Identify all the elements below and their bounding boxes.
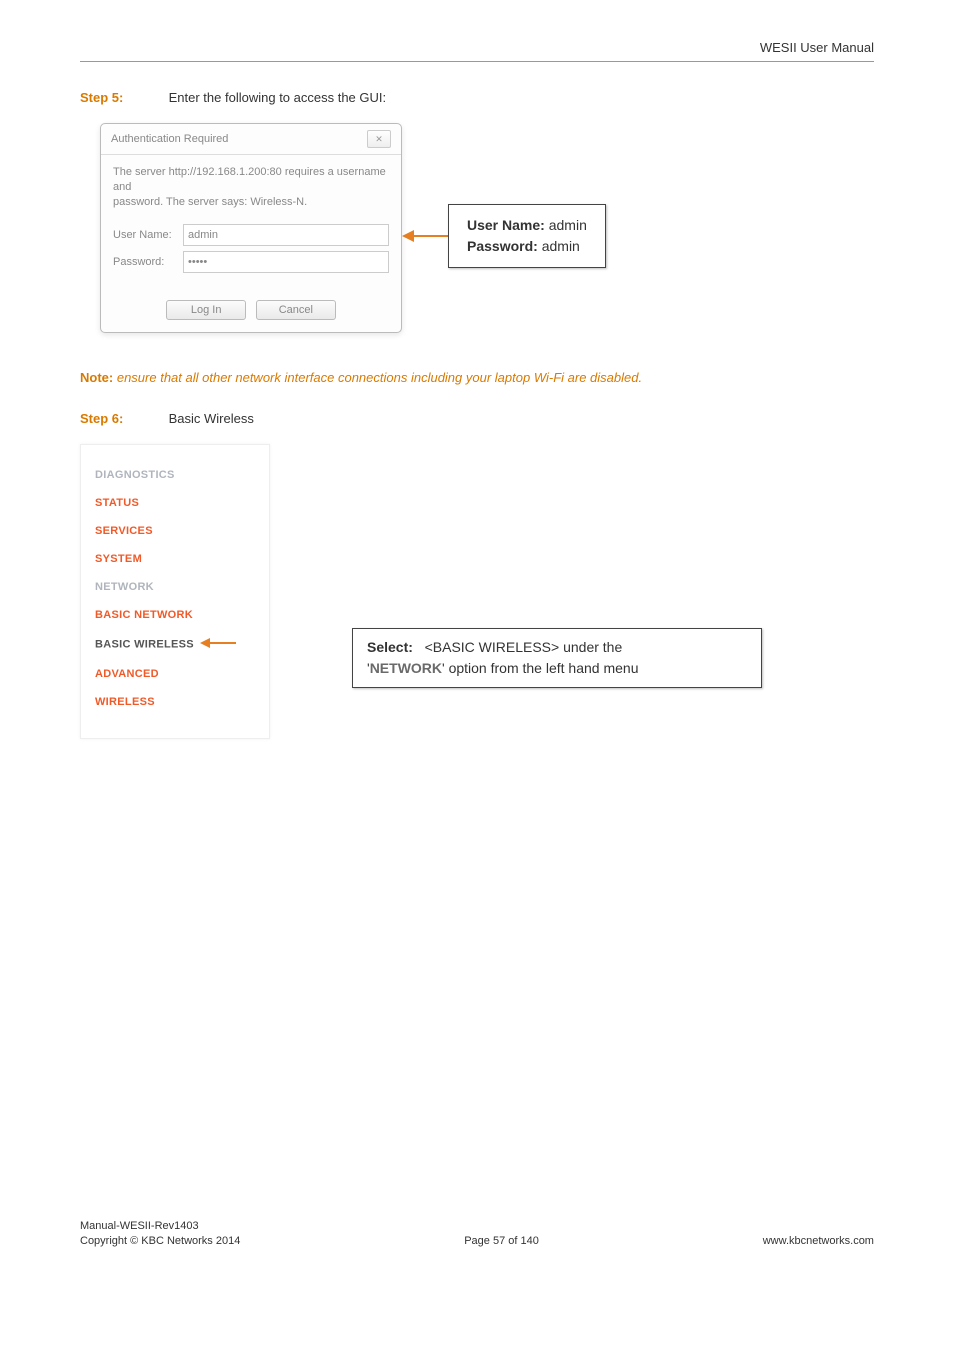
step5-line: Step 5: Enter the following to access th… bbox=[80, 90, 874, 105]
sidebar-item-label: WIRELESS bbox=[95, 696, 155, 708]
auth-dialog: Authentication Required ✕ The server htt… bbox=[100, 123, 402, 333]
dialog-message: The server http://192.168.1.200:80 requi… bbox=[113, 165, 389, 210]
footer-center: Page 57 of 140 bbox=[464, 1234, 539, 1249]
sidebar-item-status[interactable]: STATUS bbox=[95, 489, 259, 517]
sidebar-item-basic-network[interactable]: BASIC NETWORK bbox=[95, 601, 259, 629]
doc-title: WESII User Manual bbox=[760, 40, 874, 55]
cred-pass-value-text: admin bbox=[542, 238, 580, 254]
select-callout: Select: <BASIC WIRELESS> under the 'NETW… bbox=[352, 628, 762, 688]
credentials-callout: User Name: admin Password: admin bbox=[448, 204, 606, 268]
sidebar-item-label: BASIC WIRELESS bbox=[95, 638, 194, 650]
close-icon[interactable]: ✕ bbox=[367, 130, 391, 148]
callout-network: NETWORK bbox=[370, 660, 442, 676]
sidebar-figure: DIAGNOSTICS STATUS SERVICES SYSTEM NETWORK BA… bbox=[80, 444, 874, 739]
footer-left1: Manual-WESII-Rev1403 bbox=[80, 1219, 240, 1234]
cred-pass-label: Password: bbox=[467, 238, 538, 254]
dialog-msg-line1: The server http://192.168.1.200:80 requi… bbox=[113, 166, 386, 193]
step5-text: Enter the following to access the GUI: bbox=[169, 90, 387, 105]
login-button[interactable]: Log In bbox=[166, 300, 246, 320]
step6-label: Step 6: bbox=[80, 411, 165, 426]
callout-select-value: <BASIC WIRELESS> bbox=[425, 639, 560, 655]
callout-line2b: ' option from the left hand menu bbox=[442, 660, 638, 676]
footer-right: www.kbcnetworks.com bbox=[763, 1234, 874, 1249]
sidebar-item-basic-wireless[interactable]: BASIC WIRELESS bbox=[95, 629, 259, 660]
cred-user-value-text: admin bbox=[549, 217, 587, 233]
dialog-msg-line2: password. The server says: Wireless-N. bbox=[113, 196, 307, 208]
dialog-titlebar: Authentication Required ✕ bbox=[101, 124, 401, 155]
sidebar-item-label: SYSTEM bbox=[95, 553, 142, 565]
page-header: WESII User Manual bbox=[80, 40, 874, 62]
note-label: Note: bbox=[80, 370, 113, 385]
sidebar-item-advanced[interactable]: ADVANCED bbox=[95, 660, 259, 688]
sidebar-item-label: BASIC NETWORK bbox=[95, 609, 193, 621]
password-input[interactable] bbox=[183, 251, 389, 273]
cred-user-label: User Name: bbox=[467, 217, 545, 233]
callout-select-label: Select: bbox=[367, 639, 413, 655]
note-block: Note: ensure that all other network inte… bbox=[80, 369, 874, 387]
sidebar-item-label: DIAGNOSTICS bbox=[95, 469, 175, 481]
username-input[interactable] bbox=[183, 224, 389, 246]
step6-line: Step 6: Basic Wireless bbox=[80, 411, 874, 426]
sidebar-item-network[interactable]: NETWORK bbox=[95, 573, 259, 601]
step5-label: Step 5: bbox=[80, 90, 165, 105]
footer-left2: Copyright © KBC Networks 2014 bbox=[80, 1234, 240, 1249]
arrow-left-icon bbox=[194, 637, 236, 652]
sidebar-item-label: SERVICES bbox=[95, 525, 153, 537]
left-nav-sidebar: DIAGNOSTICS STATUS SERVICES SYSTEM NETWORK BA… bbox=[80, 444, 270, 739]
password-label: Password: bbox=[113, 256, 183, 268]
sidebar-item-label: NETWORK bbox=[95, 581, 154, 593]
sidebar-item-diagnostics[interactable]: DIAGNOSTICS bbox=[95, 461, 259, 489]
arrow-left-icon bbox=[402, 226, 448, 246]
callout-tail1: under the bbox=[563, 639, 622, 655]
sidebar-item-services[interactable]: SERVICES bbox=[95, 517, 259, 545]
step6-text: Basic Wireless bbox=[169, 411, 254, 426]
cancel-button[interactable]: Cancel bbox=[256, 300, 336, 320]
note-text: ensure that all other network interface … bbox=[117, 370, 642, 385]
sidebar-item-wireless[interactable]: WIRELESS bbox=[95, 688, 259, 716]
sidebar-item-system[interactable]: SYSTEM bbox=[95, 545, 259, 573]
username-label: User Name: bbox=[113, 229, 183, 241]
page-footer: Manual-WESII-Rev1403 Copyright © KBC Net… bbox=[80, 1219, 874, 1250]
sidebar-item-label: ADVANCED bbox=[95, 668, 159, 680]
sidebar-item-label: STATUS bbox=[95, 497, 139, 509]
dialog-title-text: Authentication Required bbox=[111, 133, 228, 145]
auth-figure: Authentication Required ✕ The server htt… bbox=[80, 123, 874, 333]
